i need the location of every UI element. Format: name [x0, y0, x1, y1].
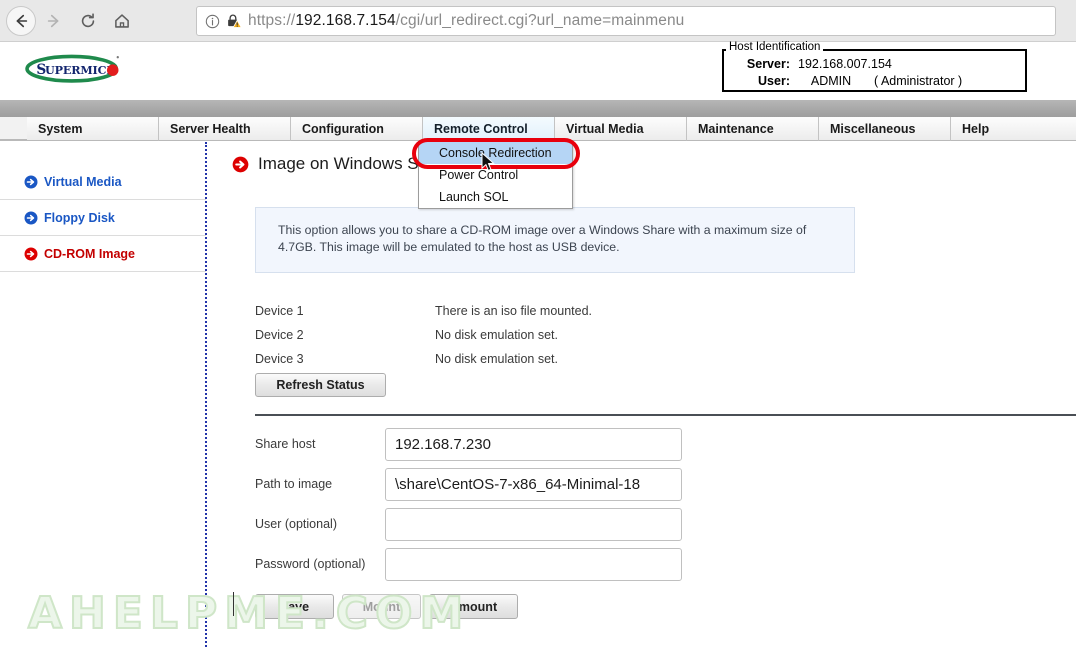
text-caret: [233, 592, 234, 616]
info-box-text: This option allows you to share a CD-ROM…: [278, 223, 807, 254]
host-identification-legend: Host Identification: [726, 41, 824, 53]
user-input[interactable]: [385, 508, 682, 541]
host-server-value: 192.168.007.154: [798, 57, 892, 71]
tab-configuration[interactable]: Configuration: [291, 117, 423, 141]
tab-miscellaneous[interactable]: Miscellaneous: [819, 117, 951, 141]
arrow-right-circle-icon: [24, 211, 38, 224]
tab-virtual-media[interactable]: Virtual Media: [555, 117, 687, 141]
info-box: This option allows you to share a CD-ROM…: [255, 207, 855, 273]
address-bar-url: https://192.168.7.154/cgi/url_redirect.c…: [248, 12, 684, 30]
svg-text:UPERMICR: UPERMICR: [45, 64, 116, 77]
device-row: Device 3 No disk emulation set.: [255, 352, 558, 366]
password-input[interactable]: [385, 548, 682, 581]
arrow-left-icon: [16, 14, 28, 27]
refresh-status-button[interactable]: Refresh Status: [255, 373, 386, 397]
info-circle-icon[interactable]: [205, 14, 220, 29]
host-user-label: User:: [758, 74, 790, 88]
url-host: 192.168.7.154: [295, 12, 396, 29]
section-divider: [255, 414, 1076, 416]
smc-header: S UPERMICR Server: 192.168.007.154 User: A…: [0, 41, 1076, 100]
device-status: No disk emulation set.: [435, 352, 558, 366]
device-status: No disk emulation set.: [435, 328, 558, 342]
host-user-row: User: ADMIN ( Administrator ): [724, 74, 962, 88]
field-label: Share host: [255, 437, 316, 451]
sidebar-item-label: Floppy Disk: [44, 210, 115, 225]
main-nav-tabs: System Server Health Configuration Remot…: [0, 117, 1076, 141]
arrow-right-circle-icon: [24, 175, 38, 188]
page-root: https://192.168.7.154/cgi/url_redirect.c…: [0, 0, 1076, 649]
header-gray-bar: [0, 100, 1076, 117]
share-host-input[interactable]: [385, 428, 682, 461]
device-row: Device 1 There is an iso file mounted.: [255, 304, 592, 318]
umount-button[interactable]: Umount: [429, 594, 518, 619]
save-button[interactable]: Save: [255, 594, 334, 619]
address-bar[interactable]: https://192.168.7.154/cgi/url_redirect.c…: [196, 6, 1056, 36]
device-name: Device 2: [255, 328, 304, 342]
nav-left-spacer: [0, 117, 27, 140]
device-status: There is an iso file mounted.: [435, 304, 593, 318]
sidebar-item-floppy-disk[interactable]: Floppy Disk: [0, 200, 206, 236]
sidebar-divider: [205, 142, 207, 647]
arrow-right-icon: [47, 14, 59, 27]
host-server-row: Server: 192.168.007.154: [724, 57, 892, 71]
url-scheme: https://: [248, 12, 296, 29]
sidebar-item-virtual-media[interactable]: Virtual Media: [0, 164, 206, 200]
sidebar-item-cd-rom-image[interactable]: CD-ROM Image: [0, 236, 206, 272]
mouse-pointer-icon: [481, 152, 495, 172]
supermicro-logo: S UPERMICR: [22, 50, 130, 86]
field-label: Path to image: [255, 477, 333, 491]
arrow-right-circle-icon: [24, 247, 38, 260]
host-server-label: Server:: [746, 57, 790, 71]
lock-warning-icon[interactable]: [226, 13, 242, 29]
device-name: Device 3: [255, 352, 304, 366]
host-user-role: ( Administrator ): [874, 74, 963, 88]
host-identification-box: Server: 192.168.007.154 User: ADMIN ( Admin…: [722, 49, 1027, 92]
tab-system[interactable]: System: [27, 117, 159, 141]
sidebar: Virtual Media Floppy Disk CD-ROM Image: [0, 142, 206, 649]
sidebar-item-label: Virtual Media: [44, 174, 122, 189]
tab-remote-control[interactable]: Remote Control: [423, 117, 555, 141]
browser-toolbar: https://192.168.7.154/cgi/url_redirect.c…: [0, 0, 1076, 42]
tab-server-health[interactable]: Server Health: [159, 117, 291, 141]
browser-nav-buttons: [0, 5, 138, 37]
tab-help[interactable]: Help: [951, 117, 1076, 141]
home-icon: [115, 13, 129, 28]
arrow-right-circle-icon: [232, 156, 249, 172]
main-content: Image on Windows Share This option allow…: [210, 142, 1076, 649]
forward-button[interactable]: [38, 5, 70, 37]
sidebar-items: Virtual Media Floppy Disk CD-ROM Image: [0, 164, 206, 272]
path-to-image-input[interactable]: [385, 468, 682, 501]
menu-item-launch-sol[interactable]: Launch SOL: [419, 186, 572, 208]
reload-button[interactable]: [72, 5, 104, 37]
mount-button: Mount: [342, 594, 421, 619]
sidebar-item-label: CD-ROM Image: [44, 246, 135, 261]
field-label: Password (optional): [255, 557, 366, 571]
reload-icon: [81, 12, 95, 27]
back-button[interactable]: [6, 5, 36, 36]
host-user-value: ADMIN: [810, 74, 852, 88]
field-label: User (optional): [255, 517, 337, 531]
home-button[interactable]: [106, 5, 138, 37]
device-name: Device 1: [255, 304, 304, 318]
url-path: /cgi/url_redirect.cgi?url_name=mainmenu: [395, 12, 685, 29]
device-row: Device 2 No disk emulation set.: [255, 328, 558, 342]
tab-maintenance[interactable]: Maintenance: [687, 117, 819, 141]
